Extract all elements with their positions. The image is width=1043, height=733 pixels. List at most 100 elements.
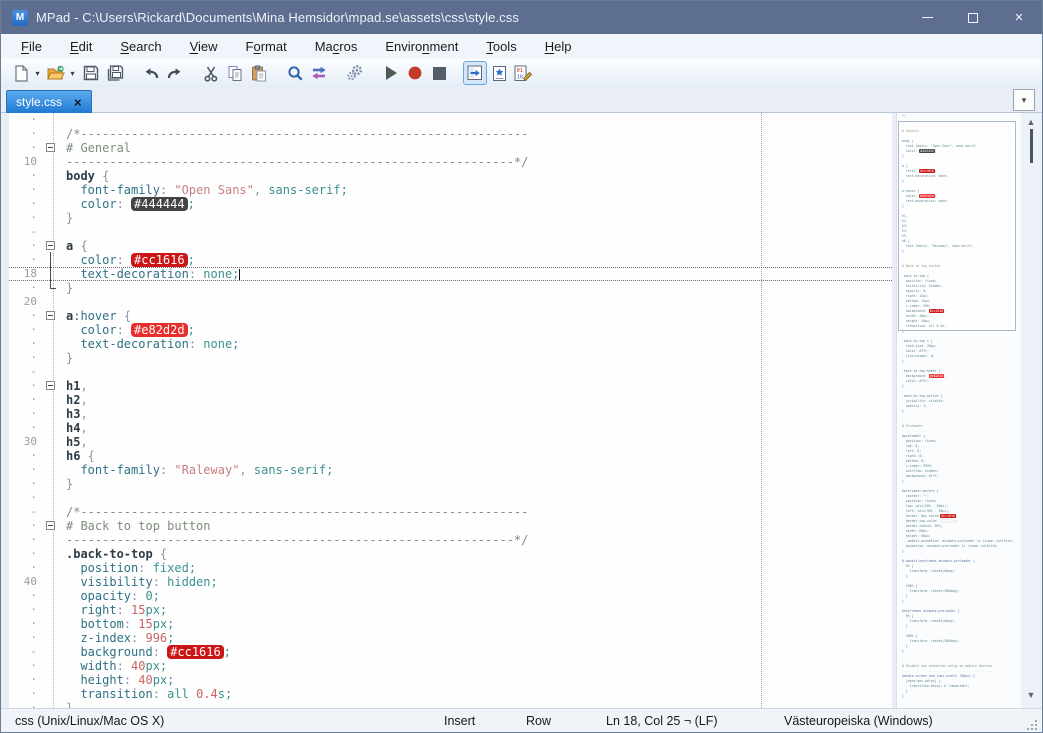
cut-icon[interactable]	[199, 61, 223, 85]
code-line[interactable]: -	[9, 365, 892, 379]
new-file-dropdown-icon[interactable]: ▾	[33, 69, 42, 78]
maximize-button[interactable]	[950, 1, 996, 34]
fold-margin[interactable]	[37, 323, 66, 337]
code-line[interactable]: 20	[9, 295, 892, 309]
fold-margin[interactable]	[37, 687, 66, 701]
code-line[interactable]: · .back-to-top {	[9, 547, 892, 561]
fold-margin[interactable]	[37, 673, 66, 687]
redo-button[interactable]	[163, 61, 187, 85]
scrollbar-thumb[interactable]	[1030, 129, 1033, 163]
fold-margin[interactable]	[37, 505, 66, 519]
code-line[interactable]: · right: 15px;	[9, 603, 892, 617]
fold-margin[interactable]	[37, 603, 66, 617]
minimize-button[interactable]	[904, 1, 950, 34]
bookmark-template-button[interactable]	[487, 61, 511, 85]
fold-margin[interactable]	[37, 575, 66, 589]
paste-button[interactable]	[247, 61, 271, 85]
code-line[interactable]: 10 --------------------------------------…	[9, 155, 892, 169]
fold-margin[interactable]	[37, 127, 66, 141]
code-line[interactable]: · h1,	[9, 379, 892, 393]
fold-toggle-icon[interactable]	[46, 311, 55, 320]
fold-margin[interactable]	[37, 393, 66, 407]
fold-margin[interactable]	[37, 617, 66, 631]
code-line[interactable]: · bottom: 15px;	[9, 617, 892, 631]
search-icon[interactable]	[283, 61, 307, 85]
fold-margin[interactable]	[37, 589, 66, 603]
code-line[interactable]: · font-family: "Raleway", sans-serif;	[9, 463, 892, 477]
code-line[interactable]: · body {	[9, 169, 892, 183]
replace-button[interactable]	[307, 61, 331, 85]
fold-margin[interactable]	[37, 169, 66, 183]
settings-gears-icon[interactable]	[343, 61, 367, 85]
fold-toggle-icon[interactable]	[46, 521, 55, 530]
fold-margin[interactable]	[37, 155, 66, 169]
vertical-scrollbar[interactable]: ▲ ▼	[1021, 113, 1041, 708]
code-line[interactable]: · # Back to top button	[9, 519, 892, 533]
fold-margin[interactable]	[37, 281, 66, 295]
code-line[interactable]: · color: #444444;	[9, 197, 892, 211]
code-editor[interactable]: · ·/*------------------------------------…	[9, 113, 892, 708]
fold-margin[interactable]	[37, 533, 66, 547]
scroll-up-icon[interactable]: ▲	[1021, 115, 1041, 129]
menu-search[interactable]: Search	[106, 35, 175, 58]
save-button[interactable]	[79, 61, 103, 85]
fold-margin[interactable]	[37, 252, 66, 268]
fold-margin[interactable]	[37, 477, 66, 491]
fold-margin[interactable]	[37, 225, 66, 239]
code-line[interactable]: 40 visibility: hidden;	[9, 575, 892, 589]
code-line[interactable]: · /*-------------------------------------…	[9, 127, 892, 141]
wrap-toggle-button[interactable]	[463, 61, 487, 85]
fold-margin[interactable]	[37, 435, 66, 449]
fold-margin[interactable]	[37, 491, 66, 505]
menu-edit[interactable]: Edit	[56, 35, 106, 58]
resize-grip[interactable]	[1027, 720, 1037, 730]
code-line[interactable]: - /*-------------------------------------…	[9, 505, 892, 519]
code-line[interactable]: · z-index: 996;	[9, 631, 892, 645]
code-line[interactable]: · h6 {	[9, 449, 892, 463]
line-numbers-edit-button[interactable]: 01 10	[511, 61, 535, 85]
menu-help[interactable]: Help	[531, 35, 586, 58]
code-line[interactable]: · ---------------------------------------…	[9, 533, 892, 547]
scroll-down-icon[interactable]: ▼	[1021, 688, 1041, 702]
open-file-button[interactable]	[44, 61, 68, 85]
code-line[interactable]: · h2,	[9, 393, 892, 407]
code-line[interactable]: ·	[9, 491, 892, 505]
tab-close-icon[interactable]: ×	[74, 96, 82, 109]
code-line[interactable]: ·}	[9, 211, 892, 225]
fold-margin[interactable]	[37, 659, 66, 673]
code-line[interactable]: · a {	[9, 239, 892, 253]
fold-margin[interactable]	[37, 463, 66, 477]
tab-list-dropdown-button[interactable]: ▾	[1013, 89, 1035, 111]
fold-margin[interactable]	[37, 211, 66, 225]
fold-margin[interactable]	[37, 183, 66, 197]
fold-margin[interactable]	[37, 379, 66, 393]
fold-margin[interactable]	[37, 645, 66, 659]
code-line[interactable]: · color: #cc1616;	[9, 252, 892, 268]
fold-margin[interactable]	[37, 141, 66, 155]
fold-margin[interactable]	[37, 113, 66, 127]
fold-margin[interactable]	[37, 547, 66, 561]
code-line[interactable]: ·	[9, 113, 892, 127]
code-line[interactable]: · color: #e82d2d;	[9, 323, 892, 337]
code-line[interactable]: · a:hover {	[9, 309, 892, 323]
menu-format[interactable]: Format	[232, 35, 301, 58]
code-line[interactable]: · h3,	[9, 407, 892, 421]
fold-margin[interactable]	[37, 309, 66, 323]
menu-file[interactable]: File	[7, 35, 56, 58]
record-button[interactable]	[403, 61, 427, 85]
fold-margin[interactable]	[37, 295, 66, 309]
code-line[interactable]: ·}	[9, 281, 892, 295]
code-line[interactable]: ·}	[9, 351, 892, 365]
code-line[interactable]: · width: 40px;	[9, 659, 892, 673]
fold-margin[interactable]	[37, 631, 66, 645]
tab-style-css[interactable]: style.css ×	[6, 90, 92, 113]
code-line[interactable]: ·}	[9, 701, 892, 708]
code-line[interactable]: · opacity: 0;	[9, 589, 892, 603]
fold-margin[interactable]	[37, 197, 66, 211]
code-line[interactable]: · # General	[9, 141, 892, 155]
minimap[interactable]: *//*------------------------------------…	[896, 113, 1021, 708]
new-file-button[interactable]	[9, 61, 33, 85]
fold-margin[interactable]	[37, 561, 66, 575]
fold-toggle-icon[interactable]	[46, 143, 55, 152]
fold-margin[interactable]	[37, 239, 66, 253]
